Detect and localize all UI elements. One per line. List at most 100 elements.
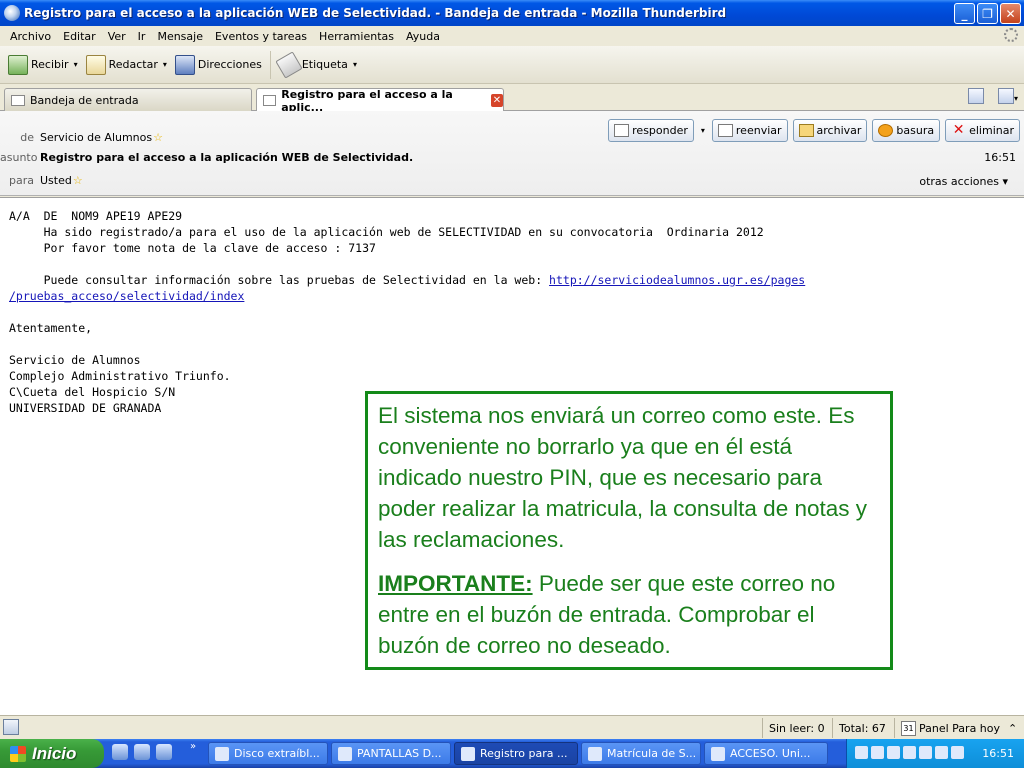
chevron-up-icon[interactable]: ⌃ (1008, 722, 1017, 735)
drive-icon (215, 746, 229, 761)
delete-label: eliminar (969, 124, 1014, 137)
menu-herramientas[interactable]: Herramientas (313, 30, 400, 43)
tray-app-icon[interactable] (887, 746, 900, 759)
menu-mensaje[interactable]: Mensaje (151, 30, 209, 43)
tag-button[interactable]: Etiqueta ▾ (275, 50, 361, 80)
layout-icon[interactable] (968, 88, 984, 104)
tag-label: Etiqueta (301, 58, 348, 71)
windows-taskbar: Inicio » Disco extraíbl... PANTALLAS D..… (0, 739, 1024, 768)
more-actions-button[interactable]: otras acciones ▾ (919, 175, 1008, 188)
quicklaunch-more-icon[interactable]: » (190, 741, 196, 752)
window-titlebar[interactable]: Registro para el acceso a la aplicación … (0, 0, 1024, 26)
selectividad-link[interactable]: http://serviciodealumnos.ugr.es/pages (549, 273, 805, 287)
body-line: Ha sido registrado/a para el uso de la a… (9, 225, 764, 239)
archive-button[interactable]: archivar (792, 119, 868, 142)
menu-eventos[interactable]: Eventos y tareas (209, 30, 313, 43)
task-label: ACCESO. Uni... (730, 747, 811, 760)
menu-archivo[interactable]: Archivo (4, 30, 57, 43)
tab-message-label: Registro para el acceso a la aplic... (281, 87, 453, 114)
online-status-icon[interactable] (3, 719, 19, 735)
tray-security-icon[interactable] (871, 746, 884, 759)
forward-icon (717, 124, 733, 137)
task-label: Disco extraíbl... (234, 747, 320, 760)
from-value[interactable]: Servicio de Alumnos (40, 131, 152, 144)
forward-button[interactable]: reenviar (711, 119, 788, 142)
task-thunderbird[interactable]: Registro para ... (454, 742, 578, 765)
envelope-icon (263, 95, 277, 106)
reply-button[interactable]: responder (608, 119, 694, 142)
tray-antivirus-icon[interactable] (903, 746, 916, 759)
window-controls: _ ❐ ✕ (954, 3, 1021, 24)
tray-alert-icon[interactable] (919, 746, 932, 759)
total-count: Total: 67 (832, 718, 894, 738)
quick-launch (112, 744, 172, 760)
browser-icon[interactable] (156, 744, 172, 760)
star-icon[interactable]: ☆ (73, 174, 83, 187)
tray-volume-icon[interactable] (935, 746, 948, 759)
delete-button[interactable]: ✕ eliminar (945, 119, 1020, 142)
compose-button[interactable]: Redactar ▾ (82, 50, 171, 80)
receive-icon (8, 54, 28, 75)
firefox-icon (588, 746, 602, 761)
junk-button[interactable]: basura (872, 119, 941, 142)
compose-icon (85, 54, 106, 75)
task-pantallas[interactable]: PANTALLAS D... (331, 742, 451, 765)
archive-icon (798, 124, 814, 137)
start-button[interactable]: Inicio (0, 739, 104, 768)
menu-ir[interactable]: Ir (132, 30, 152, 43)
close-button[interactable]: ✕ (1000, 3, 1021, 24)
junk-label: basura (896, 124, 935, 137)
to-value[interactable]: Usted (40, 174, 72, 187)
tab-list-dropdown-icon[interactable]: ▾ (1014, 94, 1018, 103)
tab-message[interactable]: Registro para el acceso a la aplic... ✕ (256, 87, 504, 114)
body-line: A/A DE NOM9 APE19 APE29 (9, 209, 183, 223)
tab-bar: Bandeja de entrada Registro para el acce… (0, 85, 1024, 114)
subject-label: asunto (0, 151, 38, 164)
star-icon[interactable]: ☆ (153, 131, 163, 144)
window-title: Registro para el acceso a la aplicación … (24, 6, 727, 20)
receive-dropdown-icon[interactable]: ▾ (74, 60, 78, 69)
body-line: C\Cueta del Hospicio S/N (9, 385, 176, 399)
forward-label: reenviar (735, 124, 782, 137)
body-line: Puede consultar información sobre las pr… (9, 273, 550, 287)
selectividad-link-continued[interactable]: /pruebas_acceso/selectividad/index (9, 289, 244, 303)
body-line: Por favor tome nota de la clave de acces… (9, 241, 376, 255)
menu-editar[interactable]: Editar (57, 30, 102, 43)
compose-dropdown-icon[interactable]: ▾ (163, 60, 167, 69)
reply-icon (614, 124, 630, 137)
task-icon[interactable] (998, 88, 1014, 104)
receive-button[interactable]: Recibir ▾ (4, 50, 82, 80)
quicklaunch-app-icon[interactable] (112, 744, 128, 760)
task-firefox[interactable]: Matrícula de S... (581, 742, 701, 765)
subject-value: Registro para el acceso a la aplicación … (40, 151, 414, 164)
document-icon (711, 746, 725, 761)
annotation-paragraph-2: IMPORTANTE: Puede ser que este correo no… (378, 568, 880, 661)
tray-network-icon[interactable] (855, 746, 868, 759)
clock: 16:51 (982, 747, 1014, 760)
menu-ver[interactable]: Ver (102, 30, 132, 43)
start-label: Inicio (32, 743, 77, 763)
body-line: Atentamente, (9, 321, 93, 335)
menubar: Archivo Editar Ver Ir Mensaje Eventos y … (0, 26, 1024, 46)
task-label: PANTALLAS D... (357, 747, 442, 760)
maximize-button[interactable]: ❐ (977, 3, 998, 24)
message-time: 16:51 (984, 151, 1016, 164)
menu-ayuda[interactable]: Ayuda (400, 30, 446, 43)
inbox-icon (11, 94, 25, 106)
tray-update-icon[interactable] (951, 746, 964, 759)
tag-dropdown-icon[interactable]: ▾ (353, 60, 357, 69)
task-acceso[interactable]: ACCESO. Uni... (704, 742, 828, 765)
to-row: para Usted ☆ (0, 174, 83, 187)
close-tab-icon[interactable]: ✕ (490, 94, 504, 107)
compose-label: Redactar (108, 58, 158, 71)
thunderbird-icon (461, 746, 475, 761)
addressbook-button[interactable]: Direcciones (171, 50, 266, 80)
task-removable-disk[interactable]: Disco extraíbl... (208, 742, 328, 765)
minimize-button[interactable]: _ (954, 3, 975, 24)
internet-explorer-icon[interactable] (134, 744, 150, 760)
tag-icon (275, 50, 303, 79)
reply-dropdown-icon[interactable]: ▾ (701, 126, 705, 135)
tab-inbox[interactable]: Bandeja de entrada (4, 88, 252, 111)
reply-label: responder (632, 124, 688, 137)
today-pane-button[interactable]: 31 Panel Para hoy ⌃ (894, 718, 1024, 738)
